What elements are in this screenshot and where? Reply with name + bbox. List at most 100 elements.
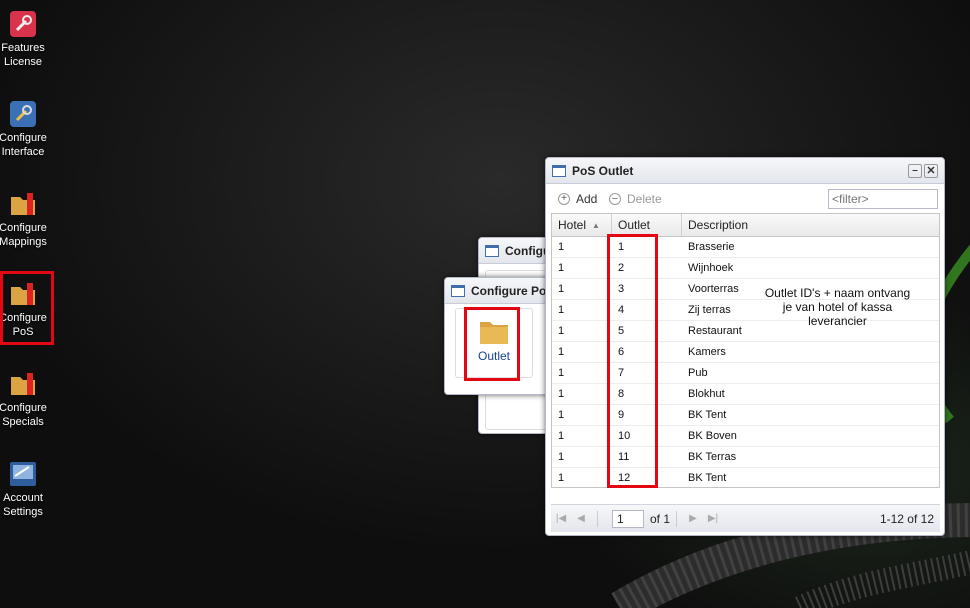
- column-header-outlet[interactable]: Outlet: [612, 214, 682, 236]
- cell-hotel: 1: [558, 283, 565, 295]
- table-row[interactable]: 1 11 BK Terras: [552, 447, 939, 468]
- desktop-icon-account-settings[interactable]: Account Settings: [0, 460, 46, 519]
- cell-outlet: 5: [618, 325, 625, 337]
- desktop-icon-configure-interface[interactable]: Configure Interface: [0, 100, 47, 159]
- delete-label: Delete: [627, 192, 662, 206]
- table-row[interactable]: 1 7 Pub: [552, 363, 939, 384]
- window-icon: [552, 164, 566, 177]
- cell-outlet: 8: [618, 388, 625, 400]
- close-icon[interactable]: ✕: [924, 164, 938, 178]
- cell-outlet: 10: [618, 430, 631, 442]
- cell-outlet: 1: [618, 241, 625, 253]
- annotation-line: je van hotel of kassa: [782, 300, 893, 314]
- minimize-icon[interactable]: –: [908, 164, 922, 178]
- wrench-icon: [10, 101, 36, 127]
- folder-icon: [11, 283, 35, 305]
- table-row[interactable]: 1 10 BK Boven: [552, 426, 939, 447]
- outlet-grid: Hotel ▲ Outlet Description 1 1 Brasserie 1 2…: [551, 213, 940, 488]
- outlet-item-label: Outlet: [477, 349, 510, 363]
- next-page-icon[interactable]: ▶: [683, 513, 703, 524]
- annotation-note: Outlet ID's + naam ontvang je van hotel …: [760, 286, 915, 328]
- annotation-line: leverancier: [808, 314, 867, 328]
- cell-outlet: 11: [618, 451, 630, 463]
- delete-button[interactable]: – Delete: [609, 192, 662, 206]
- prev-page-icon[interactable]: ◀: [571, 513, 591, 524]
- cell-outlet: 7: [618, 367, 625, 379]
- icon-label: Configure PoS: [0, 312, 47, 338]
- table-row[interactable]: 1 6 Kamers: [552, 342, 939, 363]
- column-header-description[interactable]: Description: [682, 214, 939, 236]
- cell-hotel: 1: [558, 262, 565, 274]
- cell-outlet: 6: [618, 346, 625, 358]
- column-label: Description: [688, 218, 749, 232]
- cell-hotel: 1: [558, 409, 565, 421]
- page-count: of 1: [650, 511, 671, 526]
- window-title: PoS Outlet: [572, 163, 634, 178]
- add-button[interactable]: + Add: [558, 192, 597, 206]
- window-icon: [485, 244, 499, 257]
- icon-label: Features License: [1, 42, 45, 68]
- column-header-hotel[interactable]: Hotel ▲: [552, 214, 612, 236]
- plus-icon: +: [558, 193, 570, 205]
- cell-description: Wijnhoek: [688, 262, 734, 274]
- column-label: Outlet: [618, 218, 651, 232]
- cell-description: Brasserie: [688, 241, 735, 253]
- window-title: Configure PoS: [471, 283, 553, 298]
- table-row[interactable]: 1 1 Brasserie: [552, 237, 939, 258]
- cell-hotel: 1: [558, 451, 565, 463]
- window-icon: [451, 284, 465, 297]
- cell-hotel: 1: [558, 304, 565, 316]
- cell-hotel: 1: [558, 472, 565, 484]
- cell-description: BK Terras: [688, 451, 737, 463]
- pager-summary: 1-12 of 12: [879, 511, 934, 526]
- folder-icon: [11, 373, 35, 395]
- cell-hotel: 1: [558, 430, 565, 442]
- desktop-icon-configure-pos[interactable]: Configure PoS: [0, 280, 47, 339]
- cell-hotel: 1: [558, 367, 565, 379]
- wrench-icon: [10, 11, 36, 37]
- minus-icon: –: [609, 193, 621, 205]
- table-row[interactable]: 1 9 BK Tent: [552, 405, 939, 426]
- cell-outlet: 4: [618, 304, 625, 316]
- table-row[interactable]: 1 8 Blokhut: [552, 384, 939, 405]
- folder-icon: [480, 322, 508, 344]
- cell-hotel: 1: [558, 388, 565, 400]
- filter-input[interactable]: [828, 189, 938, 209]
- sort-asc-icon: ▲: [592, 220, 600, 230]
- cell-outlet: 12: [618, 472, 631, 484]
- cell-description: Kamers: [688, 346, 726, 358]
- desktop-icon-configure-specials[interactable]: Configure Specials: [0, 370, 47, 429]
- icon-label: Configure Specials: [0, 402, 47, 428]
- cell-description: Pub: [688, 367, 708, 379]
- cell-hotel: 1: [558, 346, 565, 358]
- cell-hotel: 1: [558, 325, 565, 337]
- annotation-line: Outlet ID's + naam ontvang: [764, 286, 911, 300]
- settings-icon: [10, 462, 36, 486]
- desktop-icon-features-license[interactable]: Features License: [0, 10, 46, 69]
- last-page-icon[interactable]: ▶|: [703, 513, 723, 524]
- pager: |◀ ◀ 1 of 1 ▶ ▶| 1-12 of 12: [551, 504, 940, 532]
- cell-outlet: 3: [618, 283, 625, 295]
- cell-outlet: 2: [618, 262, 625, 274]
- cell-description: BK Boven: [688, 430, 737, 442]
- cell-description: BK Tent: [688, 409, 727, 421]
- cell-outlet: 9: [618, 409, 625, 421]
- icon-label: Configure Mappings: [0, 222, 47, 248]
- grid-header: Hotel ▲ Outlet Description: [552, 214, 939, 237]
- window-titlebar[interactable]: Configure PoS: [445, 278, 553, 304]
- grid-body: 1 1 Brasserie 1 2 Wijnhoek 1 3 Voorterras 1 4 Zij t…: [552, 237, 939, 487]
- cell-description: Blokhut: [688, 388, 725, 400]
- pos-outlet-window: PoS Outlet – ✕ + Add – Delete Hotel ▲ Ou…: [545, 157, 945, 536]
- table-row[interactable]: 1 2 Wijnhoek: [552, 258, 939, 279]
- outlet-item[interactable]: Outlet: [455, 308, 533, 378]
- cell-hotel: 1: [558, 241, 565, 253]
- cell-description: BK Tent: [688, 472, 727, 484]
- add-label: Add: [576, 192, 598, 206]
- page-input[interactable]: 1: [612, 509, 644, 528]
- table-row[interactable]: 1 12 BK Tent: [552, 468, 939, 487]
- desktop-icon-configure-mappings[interactable]: Configure Mappings: [0, 190, 47, 249]
- configure-pos-window: Configure PoS Outlet: [444, 277, 554, 395]
- column-label: Hotel: [558, 218, 587, 232]
- first-page-icon[interactable]: |◀: [551, 513, 571, 524]
- window-titlebar[interactable]: PoS Outlet – ✕: [546, 158, 944, 184]
